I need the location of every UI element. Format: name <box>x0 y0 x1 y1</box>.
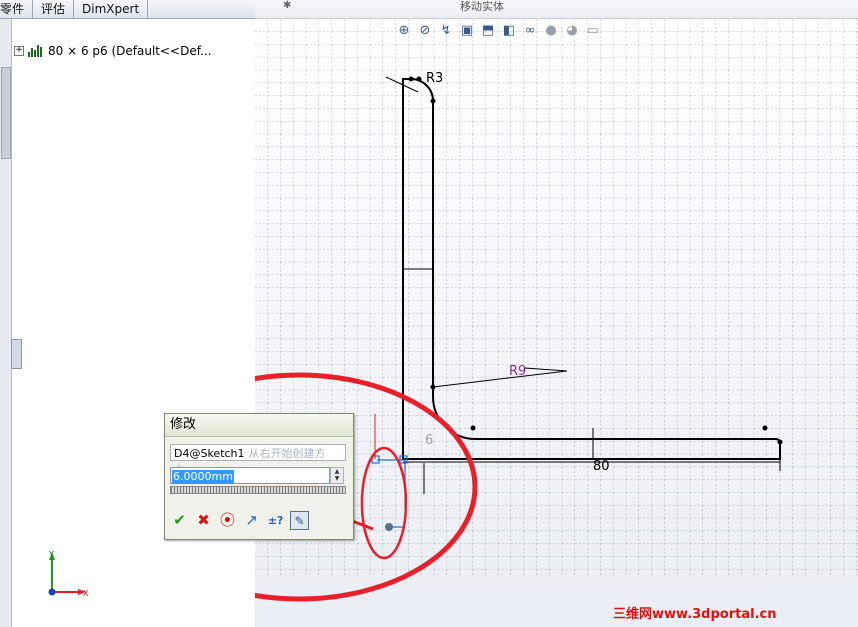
value-spinner[interactable]: ▲ ▼ <box>330 467 344 484</box>
dim-80-label[interactable]: 80 <box>593 459 610 474</box>
feature-tree-root[interactable]: + 80 × 6 p6 (Default<<Def... <box>14 43 212 59</box>
edit-appearance-icon[interactable]: ● <box>542 22 560 40</box>
dialog-buttons: ✔ ✖ ⦿ ↗ ±? ✎ <box>170 511 309 530</box>
dialog-title[interactable]: 修改 <box>165 414 353 437</box>
view-settings-icon[interactable]: ▭ <box>584 22 602 40</box>
tab-dimxpert[interactable]: DimXpert <box>74 0 149 18</box>
dim-r9-label[interactable]: R9 <box>509 364 526 379</box>
triad-y-label: Y <box>48 550 54 559</box>
zoom-to-fit-icon[interactable]: ⊕ <box>395 22 413 40</box>
heads-up-view-toolbar: ⊕ ⊘ ↯ ▣ ⬒ ◧ ∞ ● ◕ ▭ <box>395 22 602 40</box>
tolerance-icon[interactable]: ±? <box>266 511 285 530</box>
part-icon <box>28 45 44 57</box>
dimension-value-selected: 6.0000mm <box>172 470 234 484</box>
hide-show-icon[interactable]: ∞ <box>521 22 539 40</box>
rebuild-icon[interactable]: ⦿ <box>218 511 237 530</box>
modify-dimension-dialog: 修改 D4@Sketch1从右开始创建方向... 6.0000mm ▲▼ ✔ ✖… <box>164 413 354 540</box>
mark-dimension-icon[interactable]: ✎ <box>290 511 309 530</box>
dim-r3-label[interactable]: R3 <box>426 71 443 86</box>
zoom-area-icon[interactable]: ⊘ <box>416 22 434 40</box>
feature-tree-root-label: 80 × 6 p6 (Default<<Def... <box>48 44 212 58</box>
apply-scene-icon[interactable]: ◕ <box>563 22 581 40</box>
cancel-icon[interactable]: ✖ <box>194 511 213 530</box>
dim-6-label[interactable]: 6 <box>425 433 433 448</box>
move-body-button[interactable]: 移动实体 <box>460 0 504 14</box>
value-thumbwheel[interactable] <box>170 486 346 494</box>
expand-icon[interactable]: + <box>14 46 24 56</box>
view-orientation-icon[interactable]: ⬒ <box>479 22 497 40</box>
ok-icon[interactable]: ✔ <box>170 511 189 530</box>
tab-evaluate[interactable]: 评估 <box>33 0 75 18</box>
command-manager-tabs: 零件 评估 DimXpert <box>0 0 255 19</box>
panel-splitter[interactable] <box>11 339 22 369</box>
dimension-value-input[interactable]: 6.0000mm <box>170 467 330 484</box>
previous-view-icon[interactable]: ↯ <box>437 22 455 40</box>
command-strip: ✱ 移动实体 <box>255 0 858 19</box>
reverse-direction-icon[interactable]: ↗ <box>242 511 261 530</box>
origin-point <box>385 523 393 531</box>
section-view-icon[interactable]: ▣ <box>458 22 476 40</box>
tab-part[interactable]: 零件 <box>0 0 34 18</box>
spin-down-icon[interactable]: ▼ <box>331 475 343 482</box>
triad-x-label: X <box>83 589 89 598</box>
panel-scrollbar[interactable] <box>0 19 12 627</box>
scrollbar-thumb[interactable] <box>1 67 11 159</box>
dimension-name: D4@Sketch1 <box>174 447 245 460</box>
watermark: 三维网www.3dportal.cn <box>613 607 777 622</box>
dimension-name-field: D4@Sketch1从右开始创建方向... <box>170 444 346 477</box>
display-style-icon[interactable]: ◧ <box>500 22 518 40</box>
spin-up-icon[interactable]: ▲ <box>331 468 343 475</box>
reference-triad: Y X <box>48 550 89 598</box>
star-icon: ✱ <box>283 0 292 11</box>
